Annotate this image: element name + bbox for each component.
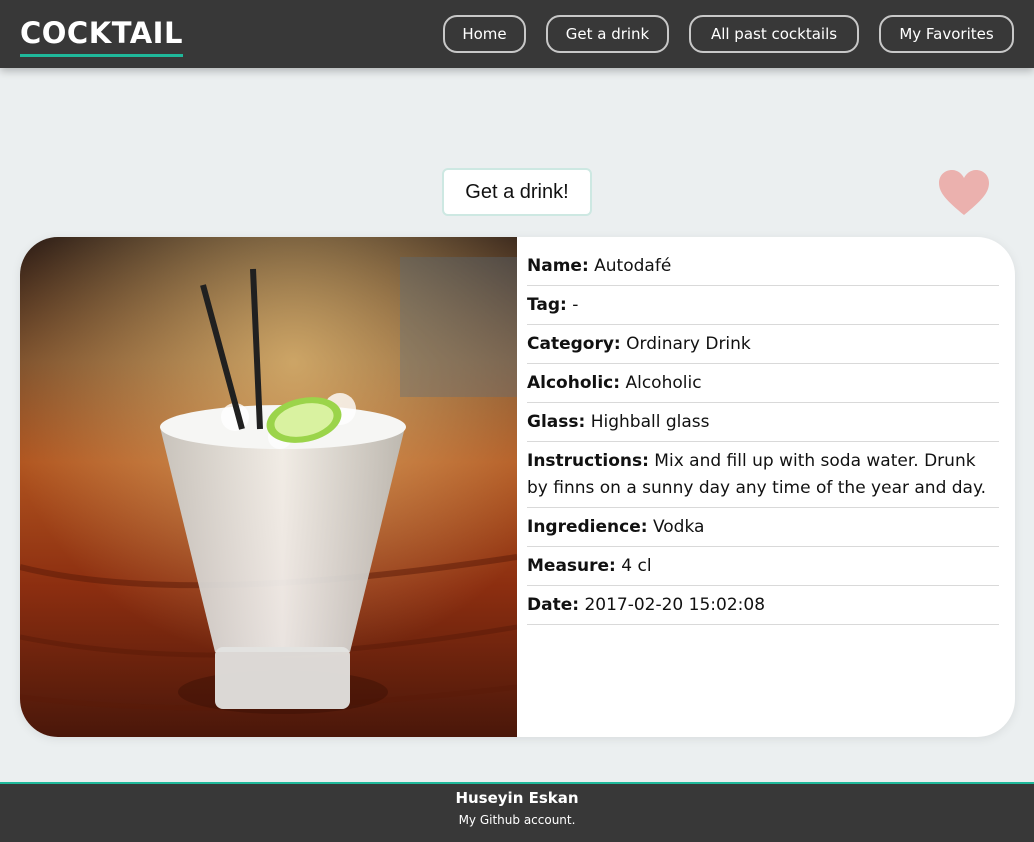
nav-all-past-cocktails-button[interactable]: All past cocktails [689,15,859,53]
detail-row-glass: Glass: Highball glass [527,403,999,442]
detail-row-tag: Tag: - [527,286,999,325]
nav-my-favorites-button[interactable]: My Favorites [879,15,1014,53]
cocktail-card: Name: Autodafé Tag: - Category: Ordinary… [20,237,1015,737]
detail-row-category: Category: Ordinary Drink [527,325,999,364]
site-logo[interactable]: COCKTAIL [20,14,183,57]
detail-row-name: Name: Autodafé [527,247,999,286]
heart-icon[interactable] [937,168,991,218]
cocktail-photo [20,237,518,737]
get-drink-button[interactable]: Get a drink! [442,168,592,216]
footer: Huseyin Eskan My Github account. [0,782,1034,842]
footer-github-link[interactable]: My Github account. [0,813,1034,827]
detail-row-date: Date: 2017-02-20 15:02:08 [527,586,999,625]
detail-row-ingredience: Ingredience: Vodka [527,508,999,547]
detail-row-instructions: Instructions: Mix and fill up with soda … [527,442,999,508]
nav-home-button[interactable]: Home [443,15,526,53]
cocktail-details: Name: Autodafé Tag: - Category: Ordinary… [527,247,999,625]
footer-author: Huseyin Eskan [455,789,579,807]
nav-get-drink-button[interactable]: Get a drink [546,15,669,53]
detail-row-alcoholic: Alcoholic: Alcoholic [527,364,999,403]
top-navbar: COCKTAIL Home Get a drink All past cockt… [0,0,1034,68]
detail-row-measure: Measure: 4 cl [527,547,999,586]
